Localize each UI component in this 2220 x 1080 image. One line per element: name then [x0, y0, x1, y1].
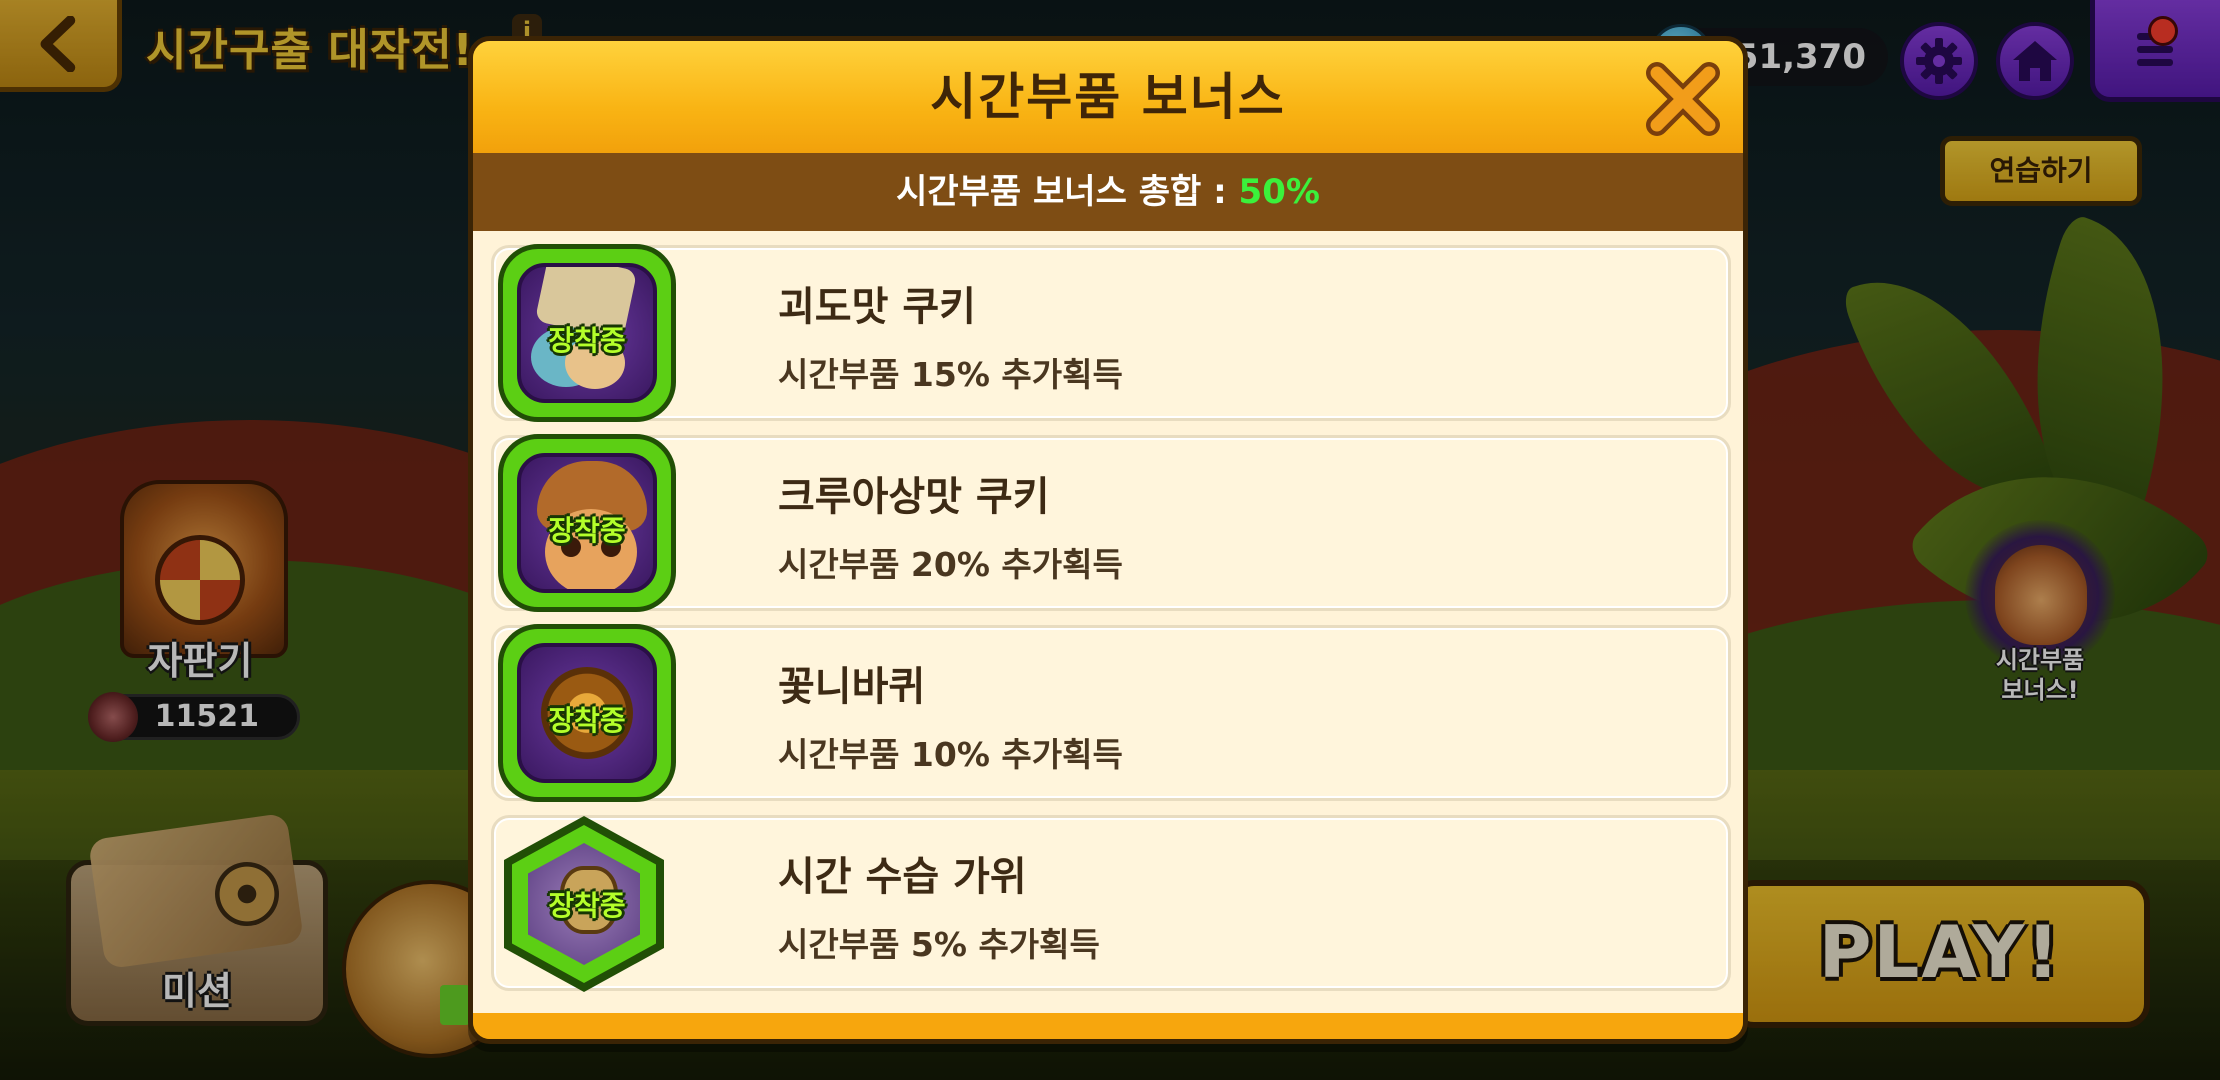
equipped-slot: 장착중	[498, 434, 676, 612]
list-item[interactable]: 장착중 시간 수습 가위 시간부품 5% 추가획득	[491, 814, 1731, 992]
item-bonus-description: 시간부품 5% 추가획득	[778, 925, 1100, 964]
bonus-total-value: 50%	[1238, 172, 1320, 212]
bonus-summary: 시간부품 보너스 총합 : 50%	[473, 153, 1743, 231]
item-name: 시간 수습 가위	[778, 854, 1027, 900]
equipped-slot: 장착중	[498, 624, 676, 802]
list-item[interactable]: 장착중 괴도맛 쿠키 시간부품 15% 추가획득	[491, 244, 1731, 422]
close-icon[interactable]	[1643, 59, 1723, 139]
item-bonus-description: 시간부품 20% 추가획득	[778, 545, 1123, 584]
modal-footer	[473, 1013, 1743, 1039]
equipped-badge: 장착중	[548, 514, 626, 547]
bonus-item-list: 장착중 괴도맛 쿠키 시간부품 15% 추가획득 장착중 크루아상맛 쿠키 시간…	[473, 231, 1743, 1013]
equipped-badge: 장착중	[548, 324, 626, 357]
item-name: 크루아상맛 쿠키	[778, 474, 1050, 520]
list-item[interactable]: 장착중 꽃니바퀴 시간부품 10% 추가획득	[491, 624, 1731, 802]
equipped-slot: 장착중	[498, 244, 676, 422]
item-name: 괴도맛 쿠키	[778, 284, 976, 330]
item-bonus-description: 시간부품 10% 추가획득	[778, 735, 1123, 774]
item-bonus-description: 시간부품 15% 추가획득	[778, 355, 1123, 394]
item-name: 꽃니바퀴	[778, 664, 926, 710]
equipped-badge: 장착중	[548, 889, 626, 922]
time-part-bonus-modal: 시간부품 보너스 시간부품 보너스 총합 : 50% 장착중 괴도맛 쿠키 시간…	[468, 36, 1748, 1044]
equipped-slot: 장착중	[498, 814, 676, 992]
list-item[interactable]: 장착중 크루아상맛 쿠키 시간부품 20% 추가획득	[491, 434, 1731, 612]
modal-title: 시간부품 보너스	[930, 68, 1286, 126]
equipped-badge: 장착중	[548, 704, 626, 737]
